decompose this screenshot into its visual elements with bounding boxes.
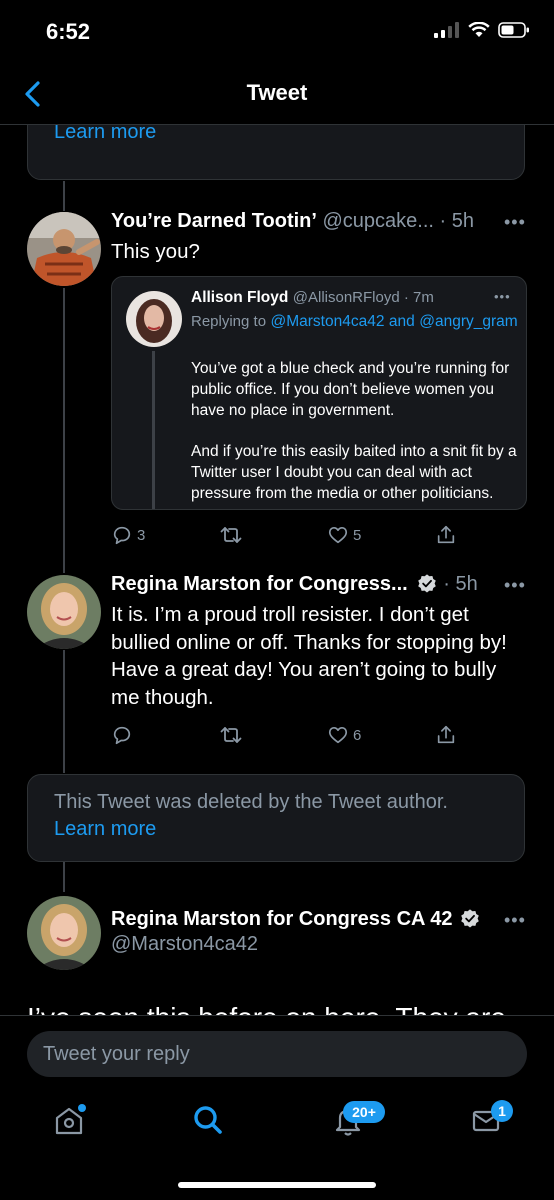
tweet-time: 5h [455,573,478,595]
status-icons [434,22,530,38]
like-count: 5 [353,526,362,544]
quoted-author-name: Allison Floyd [191,289,289,306]
avatar-image [27,575,101,649]
deleted-tweet-card: This Tweet was deleted by the Tweet auth… [27,125,525,180]
learn-more-link[interactable]: Learn more [54,125,498,146]
quoted-thread-line [152,351,155,509]
quoted-more-icon: ••• [494,289,511,304]
replying-and: and [388,313,415,330]
retweet-button[interactable] [219,724,247,746]
main-tweet-text: I’ve seen this before on here. They are [27,1001,506,1015]
quoted-avatar-image [126,291,182,347]
like-count: 6 [353,726,362,744]
avatar[interactable] [27,212,101,286]
retweet-icon [220,727,242,743]
reply-button[interactable] [111,724,137,746]
learn-more-link[interactable]: Learn more [54,816,498,843]
thread-line [63,862,65,892]
verified-badge-icon [460,909,479,928]
quoted-replying-to: Replying to @Marston4ca42 and @angry_gra… [191,311,521,332]
thread-line [63,181,65,211]
tab-home[interactable] [49,1100,89,1140]
quoted-paragraph-1: You’ve got a blue check and you’re runni… [191,360,510,419]
author-name[interactable]: Regina Marston for Congress... [111,571,408,597]
like-button[interactable]: 6 [327,724,361,746]
tweet-time: 5h [451,210,474,232]
thread-line [63,288,65,573]
reply-icon [113,726,131,745]
mention-link[interactable]: @angry_gram [419,313,517,330]
deleted-tweet-card: This Tweet was deleted by the Tweet auth… [27,774,525,862]
separator-dot: · [437,573,456,595]
share-icon [437,525,455,544]
author-name[interactable]: Regina Marston for Congress CA 42 [111,906,453,932]
reply-divider [0,1015,554,1016]
tweet-header: Regina Marston for Congress... · 5h [111,571,478,597]
tweet-text: This you? [111,240,200,263]
avatar-image [27,896,101,970]
tweet-header: Regina Marston for Congress CA 42 [111,906,481,932]
separator-dot: · [399,289,414,306]
tweet-header: You’re Darned Tootin’ @cupcake... · 5h [111,208,474,234]
reply-input[interactable]: Tweet your reply [27,1031,527,1077]
messages-badge: 1 [491,1100,513,1122]
status-time: 6:52 [46,19,91,44]
more-options-icon[interactable]: ••• [504,910,526,931]
quoted-tweet-card[interactable]: Allison Floyd @AllisonRFloyd · 7m ••• Re… [111,276,527,510]
author-handle[interactable]: @Marston4ca42 [111,933,258,956]
more-options-icon[interactable]: ••• [504,212,526,233]
tweet-text: It is. I’m a proud troll resister. I don… [111,603,507,709]
retweet-button[interactable] [219,524,247,546]
tweet-actions: 6 [111,721,531,749]
wifi-icon [468,22,490,37]
heart-icon [328,727,348,744]
mention-link[interactable]: @Marston4ca42 [271,313,385,330]
retweet-icon [220,527,242,543]
separator-dot: · [433,210,452,232]
share-icon [437,725,455,744]
cellular-signal-icon [434,22,459,38]
share-button[interactable] [435,724,457,746]
avatar-image [27,212,101,286]
reply-count: 3 [137,526,146,544]
avatar[interactable] [27,896,101,970]
quoted-paragraph-2: And if you’re this easily baited into a … [191,443,517,502]
quoted-header: Allison Floyd @AllisonRFloyd · 7m [191,289,434,307]
page-title: Tweet [246,80,308,105]
main-tweet-text-clip: I’ve seen this before on here. They are [0,998,554,1015]
tab-search[interactable] [188,1100,228,1140]
heart-icon [328,527,348,544]
avatar[interactable] [27,575,101,649]
verified-badge-icon [417,574,436,593]
quoted-author-handle: @AllisonRFloyd [292,289,400,306]
battery-icon [498,22,529,38]
tweet-actions: 3 5 [111,521,531,549]
quoted-time: 7m [413,289,434,306]
more-options-icon[interactable]: ••• [504,575,526,596]
reply-button[interactable]: 3 [111,524,145,546]
share-button[interactable] [435,524,457,546]
search-icon [194,1106,222,1134]
author-handle[interactable]: @cupcake... [323,210,434,232]
home-indicator [178,1182,376,1188]
reply-icon [113,526,131,545]
deleted-tweet-top-clip: This Tweet was deleted by the Tweet auth… [0,125,554,181]
replying-prefix: Replying to [191,313,267,330]
thread-line [63,650,65,773]
author-name[interactable]: You’re Darned Tootin’ [111,210,317,232]
quoted-avatar [126,291,182,347]
like-button[interactable]: 5 [327,524,361,546]
reply-placeholder: Tweet your reply [43,1042,190,1065]
deleted-tweet-text: This Tweet was deleted by the Tweet auth… [54,791,448,813]
notifications-badge: 20+ [343,1101,385,1123]
home-icon [55,1104,86,1135]
